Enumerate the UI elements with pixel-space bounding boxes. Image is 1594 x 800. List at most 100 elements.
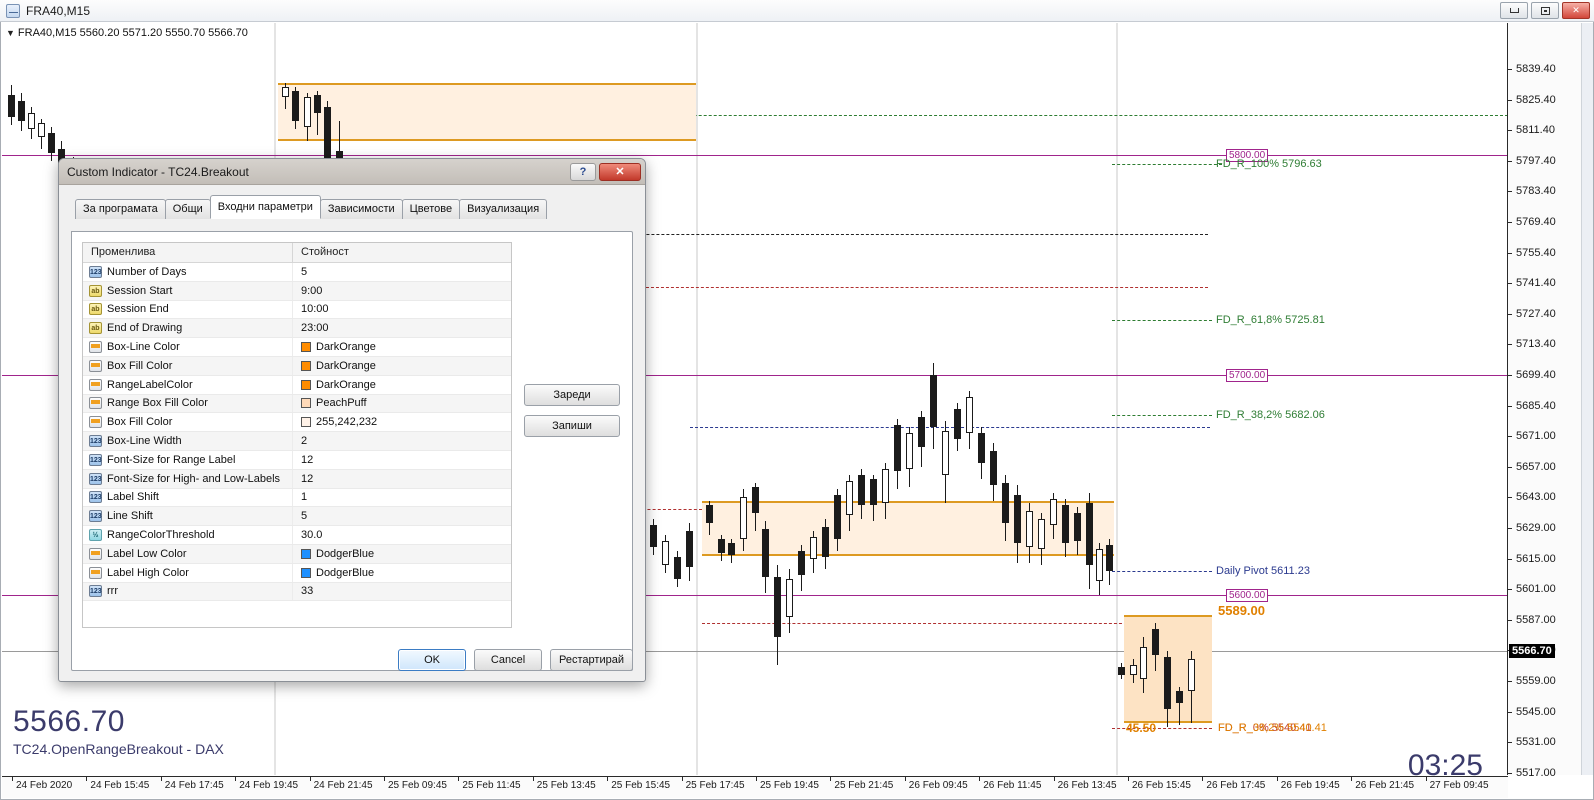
price-tick — [1508, 466, 1512, 468]
parameter-value: 5 — [301, 265, 308, 278]
application-window: FRA40,M15 ✕ ▼ FRA40,M15 5560.20 5571.20 5… — [0, 0, 1594, 800]
tab-4[interactable]: Цветове — [401, 199, 461, 219]
dialog-titlebar[interactable]: Custom Indicator - TC24.Breakout ? ✕ — [59, 159, 645, 185]
parameter-row[interactable]: ab Session End 10:00 — [83, 300, 511, 320]
chart-clock: 03:25 — [1407, 749, 1483, 782]
parameter-value: DarkOrange — [316, 359, 376, 372]
tab-0[interactable]: За програмата — [75, 199, 166, 219]
parameter-row[interactable]: ab Session Start 9:00 — [83, 281, 511, 301]
parameter-value: DarkOrange — [316, 378, 376, 391]
maximize-icon[interactable] — [1531, 2, 1559, 19]
price-tick — [1508, 711, 1512, 713]
parameter-value-cell[interactable]: DarkOrange — [293, 341, 511, 353]
parameter-value-cell[interactable]: DarkOrange — [293, 360, 511, 372]
parameter-row[interactable]: 123 Font-Size for High- and Low-Labels 12 — [83, 469, 511, 489]
minimize-icon[interactable] — [1500, 2, 1528, 19]
parameter-row[interactable]: Box Fill Color DarkOrange — [83, 356, 511, 376]
parameter-row[interactable]: ab End of Drawing 23:00 — [83, 319, 511, 339]
time-scale[interactable]: 24 Feb 2020 24 Feb 15:45 24 Feb 17:45 24 Fe… — [2, 776, 1508, 798]
restart-button[interactable]: Рестартирай — [550, 649, 633, 671]
load-button[interactable]: Зареди — [524, 384, 620, 406]
parameter-row[interactable]: Label Low Color DodgerBlue — [83, 544, 511, 564]
price-tick-label: 5713.40 — [1516, 338, 1556, 351]
parameter-row[interactable]: ½ RangeColorThreshold 30.0 — [83, 526, 511, 545]
tab-label: Общи — [172, 203, 203, 215]
price-tick — [1508, 160, 1512, 162]
time-tick-label: 24 Feb 17:45 — [164, 780, 224, 791]
parameter-row[interactable]: 123 Box-Line Width 2 — [83, 432, 511, 451]
parameter-value-cell[interactable]: DodgerBlue — [293, 548, 511, 560]
tab-1[interactable]: Общи — [164, 199, 211, 219]
parameter-name: Font-Size for High- and Low-Labels — [107, 472, 281, 485]
parameter-value-cell[interactable]: 5 — [293, 510, 511, 522]
fib-line — [690, 427, 1210, 428]
parameter-row[interactable]: Box-Line Color DarkOrange — [83, 338, 511, 357]
parameters-grid[interactable]: Променлива Стойност 123 Number of Days 5 ab… — [82, 242, 512, 628]
price-tick-label: 5755.40 — [1516, 246, 1556, 259]
time-tick — [756, 777, 757, 781]
time-tick — [532, 777, 534, 781]
price-tick — [1508, 681, 1512, 682]
ok-button[interactable]: OK — [398, 649, 467, 671]
parameter-value-cell[interactable]: 1 — [293, 491, 511, 503]
string-type-icon: ab — [89, 322, 102, 335]
parameter-value-cell[interactable]: 12 — [293, 473, 511, 485]
parameter-row[interactable]: 123 Font-Size for Range Label 12 — [83, 450, 511, 470]
string-type-icon: ab — [89, 303, 102, 316]
time-tick-label: 25 Feb 13:45 — [536, 780, 596, 791]
time-tick — [384, 777, 385, 781]
opening-range-box — [278, 83, 696, 141]
parameter-value-cell[interactable]: 2 — [293, 435, 511, 447]
price-tick — [1508, 375, 1512, 376]
price-level-line — [2, 155, 1508, 156]
time-tick — [681, 777, 683, 781]
color-swatch — [301, 548, 311, 559]
parameter-value-cell[interactable]: 30.0 — [293, 529, 511, 541]
parameter-value-cell[interactable]: 23:00 — [293, 322, 511, 334]
price-tick — [1508, 405, 1512, 407]
tab-5[interactable]: Визуализация — [459, 199, 548, 219]
time-tick-label: 26 Feb 09:45 — [908, 780, 968, 791]
parameter-row[interactable]: Range Box Fill Color PeachPuff — [83, 394, 511, 414]
parameter-value-cell[interactable]: PeachPuff — [293, 397, 511, 409]
parameter-row[interactable]: 123 Line Shift 5 — [83, 507, 511, 527]
parameter-row[interactable]: 123 Number of Days 5 — [83, 263, 511, 282]
parameter-row[interactable]: Label High Color DodgerBlue — [83, 563, 511, 583]
price-tick — [1508, 528, 1512, 529]
parameter-value-cell[interactable]: 33 — [293, 585, 511, 597]
parameter-value: DodgerBlue — [316, 566, 375, 579]
time-tick-label: 26 Feb 19:45 — [1280, 780, 1340, 791]
parameter-name: Font-Size for Range Label — [107, 453, 236, 466]
parameter-row[interactable]: 123 rrr 33 — [83, 582, 511, 602]
tab-label: За програмата — [83, 203, 158, 215]
parameter-value-cell[interactable]: DodgerBlue — [293, 567, 511, 579]
price-tick-label: 5629.00 — [1516, 522, 1556, 534]
chart-window-icon — [6, 3, 20, 18]
price-tick — [1508, 344, 1512, 346]
cancel-button[interactable]: Cancel — [474, 649, 543, 671]
parameter-row[interactable]: Box Fill Color 255,242,232 — [83, 413, 511, 433]
save-button[interactable]: Запиши — [524, 415, 620, 437]
parameter-value-cell[interactable]: 10:00 — [293, 303, 511, 315]
time-tick — [235, 777, 237, 781]
dialog-close-icon[interactable]: ✕ — [599, 162, 641, 181]
string-type-icon: ab — [89, 284, 102, 297]
parameter-name-cell: Box Fill Color — [83, 413, 293, 432]
price-tick — [1508, 283, 1512, 285]
parameter-value: DodgerBlue — [316, 547, 375, 560]
parameter-row[interactable]: RangeLabelColor DarkOrange — [83, 375, 511, 395]
parameter-value-cell[interactable]: 12 — [293, 454, 511, 466]
parameter-value-cell[interactable]: 5 — [293, 266, 511, 278]
tab-2[interactable]: Входни параметри — [209, 195, 321, 219]
chart-legend-caret-icon[interactable]: ▼ — [6, 28, 15, 38]
tab-3[interactable]: Зависимости — [319, 199, 403, 219]
parameter-value-cell[interactable]: 9:00 — [293, 285, 511, 297]
price-scale[interactable]: 5839.40 5825.40 5811.40 5797.40 5783.40 5769.… — [1507, 23, 1592, 779]
close-icon[interactable]: ✕ — [1562, 2, 1590, 19]
chart-vertical-scrollbar[interactable] — [1581, 23, 1593, 775]
help-icon[interactable]: ? — [570, 162, 596, 181]
parameter-value-cell[interactable]: DarkOrange — [293, 379, 511, 391]
parameter-value-cell[interactable]: 255,242,232 — [293, 416, 511, 428]
parameter-row[interactable]: 123 Label Shift 1 — [83, 488, 511, 508]
parameter-name-cell: Range Box Fill Color — [83, 394, 293, 413]
